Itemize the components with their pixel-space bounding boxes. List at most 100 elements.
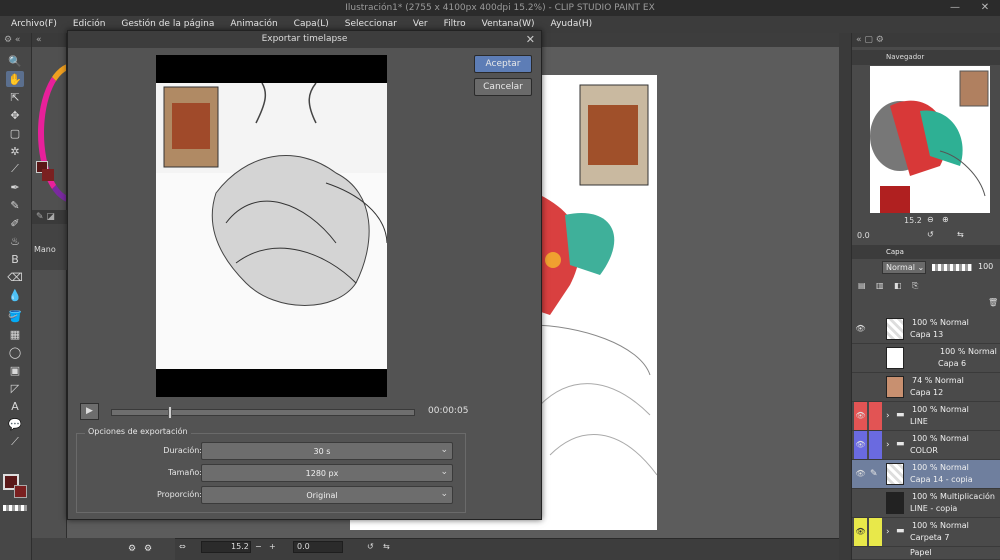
layer-name: Capa 14 - copia xyxy=(910,475,973,484)
correct-line-icon[interactable]: ⟋ xyxy=(6,434,24,450)
navigator-zoom-in-icon[interactable]: ⊕ xyxy=(942,215,949,224)
size-value: 1280 px xyxy=(305,469,339,478)
folder-expand-icon[interactable]: › xyxy=(886,527,890,537)
layer-row[interactable]: 100 % Normal Capa 6 xyxy=(852,344,1000,373)
layer-name: Papel xyxy=(910,548,932,557)
size-select[interactable]: 1280 px ⌄ xyxy=(201,464,453,482)
transparent-color-swatch[interactable] xyxy=(3,505,27,511)
zoom-out-icon[interactable]: − xyxy=(255,542,262,551)
eyedropper-icon[interactable]: ⟋ xyxy=(6,161,24,177)
layer-opacity-slider[interactable] xyxy=(932,264,972,271)
figure-icon[interactable]: ◯ xyxy=(6,344,24,360)
layer-color-marker[interactable] xyxy=(869,431,882,459)
navigator-rotate-icon[interactable]: ↺ xyxy=(927,230,934,239)
minimize-icon[interactable]: — xyxy=(942,1,968,15)
sub-color-swatch[interactable] xyxy=(14,485,27,498)
navigator-preview[interactable] xyxy=(870,66,990,216)
size-label: Tamaño: xyxy=(168,468,202,477)
layer-color-marker[interactable] xyxy=(869,518,882,546)
gradient-icon[interactable]: ▦ xyxy=(6,326,24,342)
decoration-icon[interactable]: B xyxy=(6,251,24,267)
timeline-slider[interactable] xyxy=(111,406,415,419)
ratio-select[interactable]: Original ⌄ xyxy=(201,486,453,504)
text-icon[interactable]: A xyxy=(6,398,24,414)
airbrush-icon[interactable]: ♨ xyxy=(6,233,24,249)
layer-row[interactable]: 74 % Normal Capa 12 xyxy=(852,373,1000,402)
operation-tool-icon[interactable]: ⇱ xyxy=(6,89,24,105)
rotate-reset-icon[interactable]: ↺ xyxy=(367,542,374,551)
layer-row[interactable]: 100 % Multiplicación LINE - copia xyxy=(852,489,1000,518)
duration-select[interactable]: 30 s ⌄ xyxy=(201,442,453,460)
layer-row[interactable]: 👁 › ▬ 100 % Normal Carpeta 7 xyxy=(852,518,1000,547)
color-sub-icon[interactable] xyxy=(42,169,54,181)
tool-reset-icon[interactable]: ⚙ xyxy=(144,544,152,554)
layer-visibility-icon[interactable] xyxy=(854,344,867,372)
tab-navigator[interactable]: Navegador xyxy=(886,53,924,61)
layer-visibility-icon[interactable] xyxy=(854,373,867,401)
delete-layer-icon[interactable]: 🗑 xyxy=(988,298,998,307)
layer-visibility-icon[interactable]: 👁 xyxy=(854,431,867,459)
ruler-icon[interactable]: ◸ xyxy=(6,380,24,396)
tab-layer[interactable]: Capa xyxy=(886,248,904,256)
layer-row[interactable]: 👁 › ▬ 100 % Normal LINE xyxy=(852,402,1000,431)
timelapse-preview xyxy=(156,55,387,397)
layer-row[interactable]: Papel xyxy=(852,547,1000,560)
folder-expand-icon[interactable]: › xyxy=(886,411,890,421)
export-timelapse-dialog: Exportar timelapse ✕ Aceptar Cancelar ▶ … xyxy=(67,30,542,520)
navigator-flip-icon[interactable]: ⇆ xyxy=(957,230,964,239)
export-options-group: Opciones de exportación Duración: 30 s ⌄… xyxy=(76,427,466,513)
auto-select-icon[interactable]: ✲ xyxy=(6,143,24,159)
layer-name: LINE - copia xyxy=(910,504,958,513)
flip-icon[interactable]: ⇆ xyxy=(383,542,390,551)
layer-visibility-icon[interactable]: 👁 xyxy=(854,402,867,430)
layer-mode: 74 % Normal xyxy=(912,376,964,385)
navigator-rotation-value: 0.0 xyxy=(857,231,870,240)
layer-row-selected[interactable]: 👁 ✎ 100 % Normal Capa 14 - copia xyxy=(852,460,1000,489)
tool-palette-header: ⚙ « xyxy=(0,33,31,47)
zoom-in-icon[interactable]: + xyxy=(269,542,276,551)
cancel-button[interactable]: Cancelar xyxy=(474,78,532,96)
layer-visibility-icon[interactable]: 👁 xyxy=(854,315,867,343)
color-wheel[interactable] xyxy=(34,63,66,223)
selection-icon[interactable]: ▢ xyxy=(6,125,24,141)
layer-row[interactable]: 👁 › ▬ 100 % Normal COLOR xyxy=(852,431,1000,460)
layer-visibility-icon[interactable]: 👁 xyxy=(854,460,867,488)
blend-icon[interactable]: 💧 xyxy=(6,287,24,303)
layer-mask-icon[interactable]: ◧ xyxy=(894,281,902,290)
sub-tool-panel: « ✎ ◪ Mano xyxy=(32,33,67,560)
timeline-handle[interactable] xyxy=(168,406,172,419)
layer-color-marker[interactable] xyxy=(869,402,882,430)
status-zoom-value: 15.2 xyxy=(231,542,249,551)
status-scroll-icon[interactable]: ⇔ xyxy=(179,542,186,551)
layer-row[interactable]: 👁 100 % Normal Capa 13 xyxy=(852,315,1000,344)
fill-icon[interactable]: 🪣 xyxy=(6,308,24,324)
layer-visibility-icon[interactable] xyxy=(854,489,867,517)
balloon-icon[interactable]: 💬 xyxy=(6,416,24,432)
play-icon[interactable]: ▶ xyxy=(80,403,99,420)
navigator-zoom-out-icon[interactable]: ⊖ xyxy=(927,215,934,224)
eraser-icon[interactable]: ⌫ xyxy=(6,269,24,285)
accept-button[interactable]: Aceptar xyxy=(474,55,532,73)
move-layer-icon[interactable]: ✥ xyxy=(6,107,24,123)
status-bar: ⇔ 15.2 − + 0.0 ↺ ⇆ xyxy=(175,538,839,560)
layer-blend-select[interactable]: Normal ⌄ xyxy=(882,261,926,274)
canvas-vertical-scrollbar[interactable] xyxy=(839,33,851,560)
pen-icon[interactable]: ✒ xyxy=(6,179,24,195)
new-folder-icon[interactable]: ▥ xyxy=(876,281,884,290)
layer-visibility-icon[interactable]: 👁 xyxy=(854,518,867,546)
dialog-close-icon[interactable]: ✕ xyxy=(526,31,535,48)
pencil-icon[interactable]: ✎ xyxy=(6,197,24,213)
frame-icon[interactable]: ▣ xyxy=(6,362,24,378)
layer-thumbnail xyxy=(886,347,904,369)
menu-archivo[interactable]: Archivo(F) xyxy=(11,16,57,33)
hand-tool-icon[interactable]: ✋ xyxy=(6,71,24,87)
brush-icon[interactable]: ✐ xyxy=(6,215,24,231)
zoom-tool-icon[interactable]: 🔍 xyxy=(6,53,24,69)
left-bottom-bar: ⚙ ⚙ xyxy=(32,538,175,560)
close-window-icon[interactable]: ✕ xyxy=(972,1,998,15)
folder-expand-icon[interactable]: › xyxy=(886,440,890,450)
tool-settings-icon[interactable]: ⚙ xyxy=(128,544,136,554)
menu-ayuda[interactable]: Ayuda(H) xyxy=(551,16,593,33)
new-raster-layer-icon[interactable]: ▤ xyxy=(858,281,866,290)
clipping-icon[interactable]: ⎘ xyxy=(912,281,918,291)
